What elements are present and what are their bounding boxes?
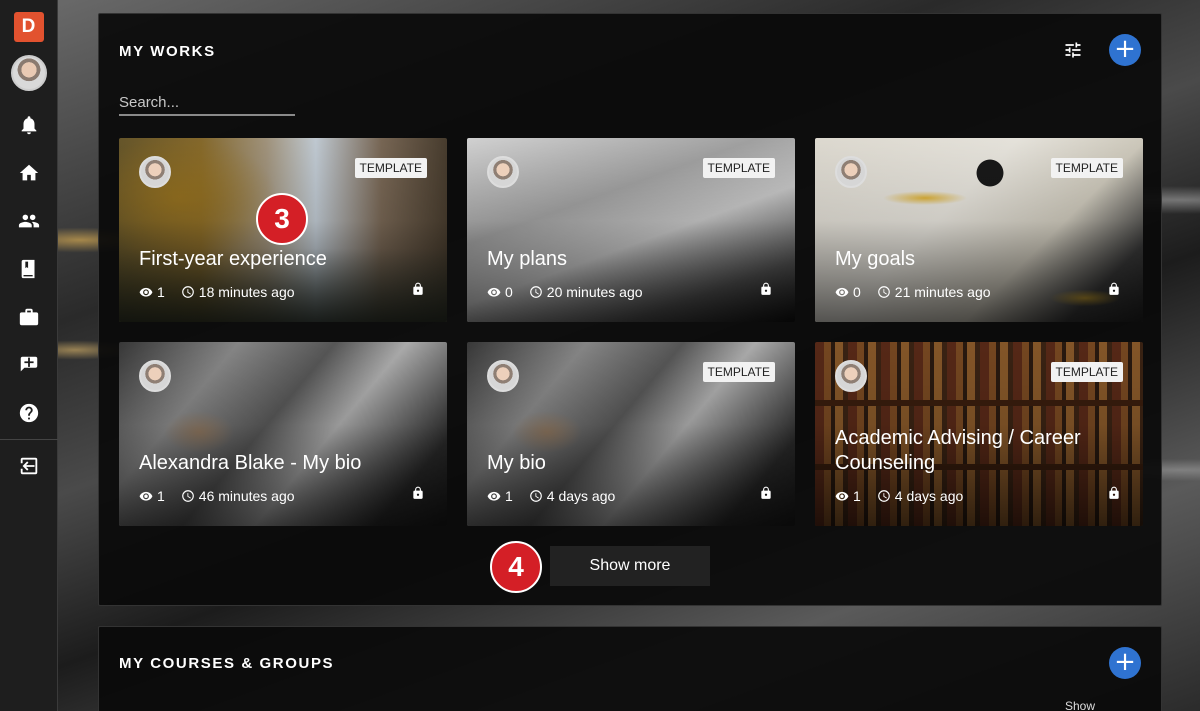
user-avatar[interactable] bbox=[10, 55, 47, 91]
sidebar-divider bbox=[0, 439, 58, 440]
work-card[interactable]: TEMPLATE My goals 0 21 minutes ago bbox=[815, 138, 1143, 322]
bell-icon[interactable] bbox=[0, 101, 58, 149]
filter-icon[interactable] bbox=[1061, 38, 1085, 62]
clock-icon bbox=[877, 286, 890, 298]
view-count: 1 bbox=[157, 488, 165, 504]
eye-icon bbox=[139, 287, 153, 297]
updated-time: 18 minutes ago bbox=[198, 284, 295, 300]
card-title: My goals bbox=[835, 248, 916, 270]
template-badge: TEMPLATE bbox=[1050, 362, 1123, 382]
lock-icon bbox=[411, 281, 425, 297]
card-meta: 1 4 days ago bbox=[487, 488, 615, 504]
updated-time: 4 days ago bbox=[546, 488, 616, 504]
updated-time: 46 minutes ago bbox=[198, 488, 295, 504]
eye-icon bbox=[139, 491, 153, 501]
clock-icon bbox=[529, 286, 542, 298]
add-note-icon[interactable] bbox=[0, 341, 58, 389]
sidebar: D bbox=[0, 0, 58, 711]
book-icon[interactable] bbox=[0, 245, 58, 293]
card-title: My bio bbox=[487, 452, 546, 474]
card-title: Academic Advising / Career Counseling bbox=[835, 427, 1081, 474]
author-avatar bbox=[487, 360, 519, 392]
template-badge: TEMPLATE bbox=[702, 158, 775, 178]
card-meta: 1 46 minutes ago bbox=[139, 488, 295, 504]
lock-icon bbox=[759, 485, 773, 501]
work-card[interactable]: TEMPLATE My bio 1 4 days ago bbox=[467, 342, 795, 526]
eye-icon bbox=[835, 491, 849, 501]
help-icon[interactable] bbox=[0, 389, 58, 437]
card-meta: 1 18 minutes ago bbox=[139, 284, 295, 300]
briefcase-icon[interactable] bbox=[0, 293, 58, 341]
template-badge: TEMPLATE bbox=[1050, 158, 1123, 178]
show-label[interactable]: Show bbox=[1065, 699, 1095, 711]
lock-icon bbox=[1107, 281, 1121, 297]
template-badge: TEMPLATE bbox=[354, 158, 427, 178]
clock-icon bbox=[181, 286, 194, 298]
show-more-button[interactable]: Show more bbox=[550, 546, 710, 586]
updated-time: 20 minutes ago bbox=[546, 284, 643, 300]
updated-time: 4 days ago bbox=[894, 488, 964, 504]
clock-icon bbox=[877, 490, 890, 502]
my-courses-panel: MY COURSES & GROUPS + Show bbox=[98, 626, 1162, 711]
card-title: My plans bbox=[487, 248, 568, 270]
author-avatar bbox=[487, 156, 519, 188]
logout-icon[interactable] bbox=[0, 442, 58, 490]
step-marker-4: 4 bbox=[490, 541, 542, 593]
author-avatar bbox=[835, 360, 867, 392]
add-course-button[interactable]: + bbox=[1109, 647, 1141, 679]
card-title: Alexandra Blake - My bio bbox=[139, 452, 362, 474]
my-works-panel: MY WORKS + TEMPLATE First-year experienc… bbox=[98, 13, 1162, 606]
eye-icon bbox=[487, 287, 501, 297]
people-icon[interactable] bbox=[0, 197, 58, 245]
card-meta: 0 20 minutes ago bbox=[487, 284, 643, 300]
app-logo[interactable]: D bbox=[13, 12, 44, 42]
add-work-button[interactable]: + bbox=[1109, 34, 1141, 66]
view-count: 1 bbox=[157, 284, 165, 300]
card-title: First-year experience bbox=[139, 248, 327, 270]
lock-icon bbox=[1107, 485, 1121, 501]
view-count: 1 bbox=[853, 488, 861, 504]
work-card[interactable]: Alexandra Blake - My bio 1 46 minutes ag… bbox=[119, 342, 447, 526]
search-input[interactable] bbox=[119, 90, 295, 116]
eye-icon bbox=[835, 287, 849, 297]
eye-icon bbox=[487, 491, 501, 501]
lock-icon bbox=[759, 281, 773, 297]
home-icon[interactable] bbox=[0, 149, 58, 197]
clock-icon bbox=[529, 490, 542, 502]
view-count: 0 bbox=[853, 284, 861, 300]
clock-icon bbox=[181, 490, 194, 502]
author-avatar bbox=[139, 156, 171, 188]
view-count: 0 bbox=[505, 284, 513, 300]
view-count: 1 bbox=[505, 488, 513, 504]
work-card[interactable]: TEMPLATE Academic Advising / Career Coun… bbox=[815, 342, 1143, 526]
work-card[interactable]: TEMPLATE My plans 0 20 minutes ago bbox=[467, 138, 795, 322]
card-meta: 1 4 days ago bbox=[835, 488, 963, 504]
author-avatar bbox=[835, 156, 867, 188]
card-meta: 0 21 minutes ago bbox=[835, 284, 991, 300]
template-badge: TEMPLATE bbox=[702, 362, 775, 382]
step-marker-3: 3 bbox=[256, 193, 308, 245]
author-avatar bbox=[139, 360, 171, 392]
my-works-title: MY WORKS bbox=[119, 43, 216, 60]
lock-icon bbox=[411, 485, 425, 501]
updated-time: 21 minutes ago bbox=[894, 284, 991, 300]
my-courses-title: MY COURSES & GROUPS bbox=[119, 655, 335, 672]
